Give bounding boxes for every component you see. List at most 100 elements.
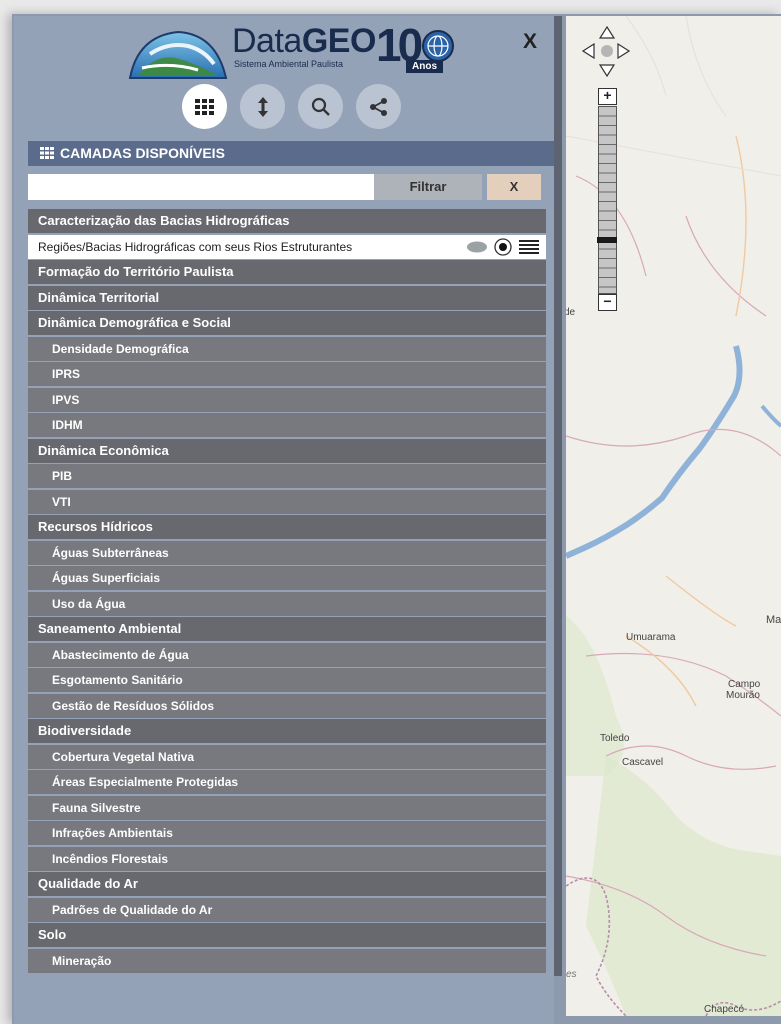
pan-center-button[interactable] (600, 44, 614, 63)
layer-row[interactable]: Regiões/Bacias Hidrográficas com seus Ri… (28, 234, 546, 259)
layer-label: Regiões/Bacias Hidrográficas com seus Ri… (38, 239, 353, 254)
layer-subgroup-row[interactable]: IPVS (28, 387, 546, 412)
layer-label: IPVS (52, 392, 80, 407)
layer-group-row[interactable]: Caracterização das Bacias Hidrográficas (28, 209, 546, 233)
logo-subtitle: Sistema Ambiental Paulista (234, 59, 344, 69)
layer-group-row[interactable]: Recursos Hídricos (28, 515, 546, 539)
layer-label: Formação do Território Paulista (38, 264, 234, 279)
layer-subgroup-row[interactable]: Cobertura Vegetal Nativa (28, 744, 546, 769)
layer-label: Densidade Demográfica (52, 341, 189, 356)
anniversary-globe-icon (422, 30, 454, 62)
layer-subgroup-row[interactable]: Abastecimento de Água (28, 642, 546, 667)
layer-subgroup-row[interactable]: Áreas Especialmente Protegidas (28, 770, 546, 794)
layer-group-row[interactable]: Biodiversidade (28, 719, 546, 743)
layer-subgroup-row[interactable]: Mineração (28, 948, 546, 973)
zoom-slider-thumb[interactable] (597, 236, 617, 243)
layer-label: Áreas Especialmente Protegidas (52, 775, 239, 789)
layer-group-row[interactable]: Qualidade do Ar (28, 872, 546, 896)
layer-list: Caracterização das Bacias Hidrográficas R… (28, 209, 546, 974)
zoom-out-button[interactable]: − (598, 294, 617, 311)
layer-label: Mineração (52, 953, 112, 968)
layer-subgroup-row[interactable]: Uso da Água (28, 591, 546, 616)
pan-east-button[interactable] (617, 42, 631, 64)
filter-bar: Filtrar X (28, 174, 554, 200)
layer-group-row[interactable]: Dinâmica Demográfica e Social (28, 311, 546, 335)
map-place-label: Ma (766, 614, 781, 626)
arrow-left-icon (581, 42, 595, 60)
layer-subgroup-row[interactable]: Esgotamento Sanitário (28, 668, 546, 692)
pan-west-button[interactable] (581, 42, 595, 64)
share-icon (369, 97, 387, 116)
layer-subgroup-row[interactable]: Fauna Silvestre (28, 795, 546, 820)
close-sidebar-button[interactable]: X (523, 30, 537, 54)
grid-icon (194, 98, 214, 115)
layer-label: Dinâmica Econômica (38, 442, 169, 458)
layer-label: Fauna Silvestre (52, 800, 141, 815)
zoom-slider-track[interactable] (598, 106, 617, 294)
layer-group-row[interactable]: Dinâmica Econômica (28, 438, 546, 463)
layer-group-row[interactable]: Saneamento Ambiental (28, 617, 546, 641)
layer-subgroup-row[interactable]: Padrões de Qualidade do Ar (28, 897, 546, 922)
map-place-label: de (566, 307, 576, 318)
layer-label: Águas Superficiais (52, 571, 161, 585)
layer-subgroup-row[interactable]: IPRS (28, 362, 546, 386)
anniversary-word: Anos (406, 60, 443, 73)
layer-label: VTI (52, 494, 71, 509)
layer-label: Caracterização das Bacias Hidrográficas (38, 213, 290, 228)
map-place-label: Chapecó (704, 1004, 745, 1015)
layer-group-row[interactable]: Formação do Território Paulista (28, 260, 546, 284)
layer-label: Saneamento Ambiental (38, 621, 182, 636)
ordering-button[interactable] (240, 84, 285, 129)
filter-button[interactable]: Filtrar (374, 174, 482, 200)
map-place-label: Toledo (600, 733, 630, 744)
map-place-label: Cascavel (622, 757, 664, 768)
layer-subgroup-row[interactable]: Gestão de Resíduos Sólidos (28, 693, 546, 718)
layer-label: Águas Subterrâneas (52, 545, 169, 560)
layer-subgroup-row[interactable]: Infrações Ambientais (28, 821, 546, 845)
layer-subgroup-row[interactable]: Águas Superficiais (28, 566, 546, 590)
logo-title-light: Data (232, 22, 302, 60)
filter-input[interactable] (28, 174, 374, 200)
zoom-in-button[interactable]: + (598, 88, 617, 105)
arrow-right-icon (617, 42, 631, 60)
layers-grid-button[interactable] (182, 84, 227, 129)
map-view[interactable]: de Umuarama Ma Campo Mourão Toledo Casca… (566, 16, 781, 1016)
layer-subgroup-row[interactable]: Águas Subterrâneas (28, 540, 546, 565)
layer-group-row[interactable]: Solo (28, 923, 546, 947)
search-icon (311, 97, 330, 116)
logo-title: DataGEO (232, 22, 376, 60)
layer-label: Recursos Hídricos (38, 519, 153, 534)
layer-label: Qualidade do Ar (38, 876, 138, 891)
map-place-label: Campo (728, 679, 761, 690)
layer-subgroup-row[interactable]: IDHM (28, 413, 546, 437)
zoom-control: + − (597, 88, 617, 312)
layer-subgroup-row[interactable]: PIB (28, 464, 546, 488)
layer-label: Biodiversidade (38, 723, 132, 738)
layer-label: Solo (38, 927, 67, 942)
layer-label: Dinâmica Demográfica e Social (38, 315, 231, 330)
layer-subgroup-row[interactable]: VTI (28, 489, 546, 514)
layer-group-row[interactable]: Dinâmica Territorial (28, 285, 546, 310)
grid-icon (40, 147, 54, 159)
clear-filter-button[interactable]: X (487, 174, 541, 200)
layers-sidebar: DataGEO Sistema Ambiental Paulista 10 An… (14, 16, 554, 1024)
sidebar-scrollbar[interactable] (554, 16, 562, 976)
available-layers-header: CAMADAS DISPONÍVEIS (28, 141, 554, 166)
arrow-down-icon (598, 64, 616, 78)
layer-subgroup-row[interactable]: Densidade Demográfica (28, 336, 546, 361)
select-radio-icon[interactable] (492, 235, 514, 259)
layer-label: Abastecimento de Água (52, 647, 189, 662)
search-button[interactable] (298, 84, 343, 129)
pan-south-button[interactable] (598, 64, 616, 82)
arrow-up-icon (598, 25, 616, 39)
layer-menu-icon[interactable] (516, 235, 542, 259)
share-button[interactable] (356, 84, 401, 129)
logo-title-bold: GEO (301, 22, 377, 60)
layer-subgroup-row[interactable]: Incêndios Florestais (28, 846, 546, 871)
map-place-label: Mourão (726, 690, 760, 701)
pan-north-button[interactable] (598, 25, 616, 44)
layer-label: PIB (52, 469, 73, 483)
visibility-eye-icon[interactable] (464, 235, 490, 259)
layer-label: Padrões de Qualidade do Ar (52, 902, 213, 917)
layer-label: Gestão de Resíduos Sólidos (52, 698, 215, 713)
